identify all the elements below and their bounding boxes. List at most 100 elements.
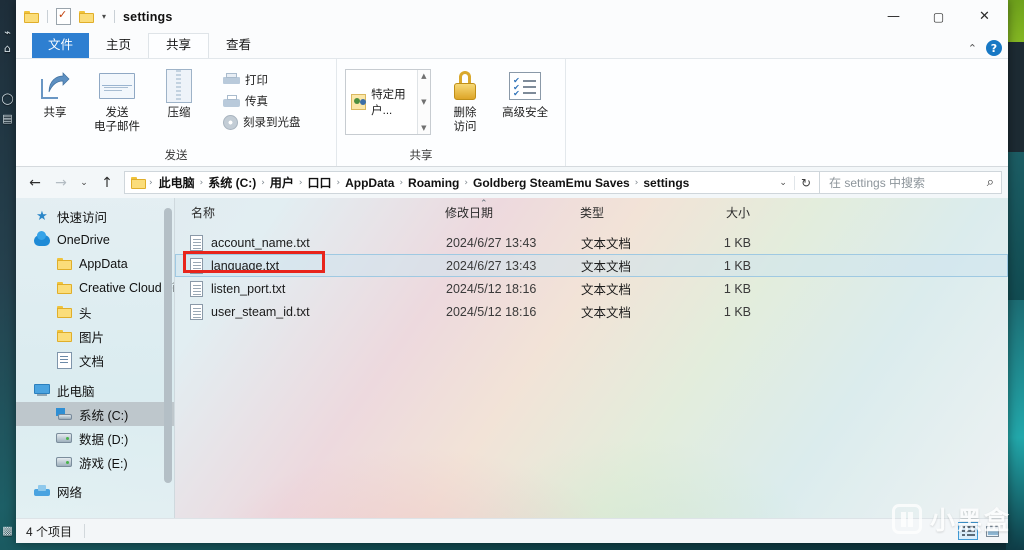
sort-ascending-icon: ⌃ bbox=[480, 199, 488, 209]
remove-access-label-line1: 删除 bbox=[453, 107, 477, 119]
screenshot-root: ⌁ ⌂ ◯ ▤ ▩ ▾ settings — ▢ ✕ 文件 bbox=[0, 0, 1024, 550]
share-button[interactable]: 共享 bbox=[24, 66, 86, 120]
back-button[interactable]: ← bbox=[22, 170, 48, 196]
burn-to-disc-button[interactable]: 刻录到光盘 bbox=[220, 113, 304, 131]
sidebar-item-creative-cloud[interactable]: Creative Cloud Fi bbox=[16, 276, 174, 300]
breadcrumb-item-goldberg[interactable]: Goldberg SteamEmu Saves bbox=[469, 176, 634, 190]
sidebar-item-label: 头 bbox=[79, 306, 92, 321]
folder-icon bbox=[56, 328, 72, 344]
breadcrumb-item-appdata[interactable]: AppData bbox=[341, 176, 398, 190]
help-icon[interactable]: ? bbox=[986, 40, 1002, 56]
more-options-icon[interactable]: ▼ bbox=[421, 124, 426, 132]
search-icon[interactable]: ⌕ bbox=[987, 175, 994, 190]
minimize-button[interactable]: — bbox=[871, 0, 916, 33]
folder-icon[interactable] bbox=[22, 7, 41, 26]
sidebar-item-network[interactable]: 网络 bbox=[16, 479, 174, 503]
sidebar-item-games-e[interactable]: 游戏 (E:) bbox=[16, 450, 174, 474]
large-icons-view-button[interactable] bbox=[982, 522, 1002, 540]
file-name: user_steam_id.txt bbox=[211, 304, 310, 319]
share-arrow-icon bbox=[40, 69, 70, 103]
advanced-security-label: 高级安全 bbox=[502, 107, 549, 119]
properties-icon[interactable] bbox=[54, 7, 73, 26]
sidebar-item-this-pc[interactable]: 此电脑 bbox=[16, 378, 174, 402]
print-button[interactable]: 打印 bbox=[220, 71, 304, 89]
burn-to-disc-label: 刻录到光盘 bbox=[243, 117, 301, 129]
close-button[interactable]: ✕ bbox=[961, 0, 1008, 33]
maximize-button[interactable]: ▢ bbox=[916, 0, 961, 33]
breadcrumb-item-this-pc[interactable]: 此电脑 bbox=[154, 174, 199, 191]
fax-button[interactable]: 传真 bbox=[220, 92, 304, 110]
tab-share[interactable]: 共享 bbox=[148, 33, 210, 58]
breadcrumb-item-settings[interactable]: settings bbox=[639, 176, 693, 190]
ribbon-body: 共享 发送 电子邮件 压缩 打印 传真 刻录到光盘 发送 特定用户... ▲ ▼… bbox=[16, 58, 1008, 167]
desktop-icon[interactable]: ◯ bbox=[1, 92, 14, 105]
table-row[interactable]: listen_port.txt 2024/5/12 18:16 文本文档 1 K… bbox=[175, 277, 1008, 300]
table-row[interactable]: user_steam_id.txt 2024/5/12 18:16 文本文档 1… bbox=[175, 300, 1008, 323]
desktop-icon[interactable]: ⌁ bbox=[1, 26, 14, 39]
new-folder-icon[interactable] bbox=[77, 7, 96, 26]
scroll-up-icon[interactable]: ▲ bbox=[421, 72, 426, 80]
sidebar-item-quick-access[interactable]: ★ 快速访问 bbox=[16, 204, 174, 228]
send-small-buttons: 打印 传真 刻录到光盘 bbox=[220, 66, 304, 131]
column-header-date[interactable]: 修改日期 bbox=[445, 204, 580, 221]
breadcrumb-item-username[interactable]: 口口 bbox=[303, 174, 335, 191]
scroll-down-icon[interactable]: ▼ bbox=[421, 98, 426, 106]
details-view-icon bbox=[961, 525, 975, 537]
table-row[interactable]: language.txt 2024/6/27 13:43 文本文档 1 KB bbox=[175, 254, 1008, 277]
recent-locations-button[interactable]: ⌄ bbox=[74, 170, 94, 196]
address-bar[interactable]: › 此电脑 › 系统 (C:) › 用户 › 口口 › AppData › Ro… bbox=[124, 171, 820, 194]
refresh-icon[interactable]: ↻ bbox=[793, 175, 817, 190]
sidebar-item-onedrive[interactable]: OneDrive bbox=[16, 228, 174, 252]
sidebar-item-documents[interactable]: 文档 bbox=[16, 348, 174, 372]
sidebar-item-label: Creative Cloud Fi bbox=[79, 281, 175, 295]
chevron-down-icon[interactable]: ▾ bbox=[100, 12, 108, 21]
sidebar-item-tou[interactable]: 头 bbox=[16, 300, 174, 324]
sidebar-item-data-d[interactable]: 数据 (D:) bbox=[16, 426, 174, 450]
breadcrumb-item-users[interactable]: 用户 bbox=[266, 174, 298, 191]
table-row[interactable]: account_name.txt 2024/6/27 13:43 文本文档 1 … bbox=[175, 231, 1008, 254]
tab-view[interactable]: 查看 bbox=[209, 33, 268, 58]
sidebar-item-system-c[interactable]: 系统 (C:) bbox=[16, 402, 174, 426]
advanced-security-icon: ✔ ✔ ✔ bbox=[509, 69, 542, 103]
column-header-type[interactable]: 类型 bbox=[580, 204, 680, 221]
sidebar-item-pictures[interactable]: 图片 bbox=[16, 324, 174, 348]
search-box[interactable]: 在 settings 中搜索 ⌕ bbox=[820, 171, 1002, 194]
sidebar-item-label: 图片 bbox=[79, 330, 105, 345]
tab-file[interactable]: 文件 bbox=[32, 33, 90, 58]
chevron-up-icon[interactable]: ⌃ bbox=[968, 42, 977, 55]
send-email-button[interactable]: 发送 电子邮件 bbox=[86, 66, 148, 134]
tab-home[interactable]: 主页 bbox=[89, 33, 148, 58]
address-dropdown-icon[interactable]: ⌄ bbox=[772, 178, 794, 188]
cloud-icon bbox=[34, 230, 50, 248]
file-rows: account_name.txt 2024/6/27 13:43 文本文档 1 … bbox=[175, 228, 1008, 323]
sidebar-scrollbar-thumb[interactable] bbox=[164, 208, 172, 483]
forward-button[interactable]: → bbox=[48, 170, 74, 196]
column-header-size[interactable]: 大小 bbox=[680, 204, 760, 221]
text-file-icon bbox=[190, 280, 203, 297]
remove-access-button[interactable]: 删除 访问 bbox=[437, 66, 493, 134]
share-with-listbox[interactable]: 特定用户... ▲ ▼ ▼ bbox=[345, 69, 431, 135]
lock-icon bbox=[451, 69, 479, 103]
breadcrumb[interactable]: › 此电脑 › 系统 (C:) › 用户 › 口口 › AppData › Ro… bbox=[127, 174, 772, 191]
up-button[interactable]: ↑ bbox=[94, 170, 120, 196]
breadcrumb-item-system-c[interactable]: 系统 (C:) bbox=[204, 174, 260, 191]
curved-arrow-icon bbox=[48, 72, 70, 93]
breadcrumb-item-roaming[interactable]: Roaming bbox=[404, 176, 463, 190]
share-with-label: 特定用户... bbox=[371, 89, 406, 117]
folder-icon bbox=[56, 304, 72, 320]
search-input[interactable]: 在 settings 中搜索 bbox=[829, 174, 925, 191]
advanced-security-button[interactable]: ✔ ✔ ✔ 高级安全 bbox=[493, 66, 557, 120]
sidebar-item-appdata[interactable]: AppData bbox=[16, 252, 174, 276]
desktop-icon[interactable]: ▩ bbox=[1, 524, 14, 537]
compress-button[interactable]: 压缩 bbox=[148, 66, 210, 120]
ribbon-group-share: 特定用户... ▲ ▼ ▼ 删除 访问 ✔ ✔ ✔ 高级安全 共享 bbox=[336, 59, 565, 166]
share-with-item[interactable]: 特定用户... bbox=[346, 70, 417, 118]
share-with-scrollbar[interactable]: ▲ ▼ ▼ bbox=[416, 70, 430, 134]
column-header-name[interactable]: 名称 bbox=[175, 204, 445, 221]
address-folder-icon bbox=[131, 176, 146, 189]
desktop-icon[interactable]: ⌂ bbox=[1, 42, 14, 55]
quick-access-toolbar: ▾ bbox=[16, 7, 117, 26]
print-label: 打印 bbox=[245, 75, 268, 87]
desktop-icon[interactable]: ▤ bbox=[1, 112, 14, 125]
details-view-button[interactable] bbox=[958, 522, 978, 540]
